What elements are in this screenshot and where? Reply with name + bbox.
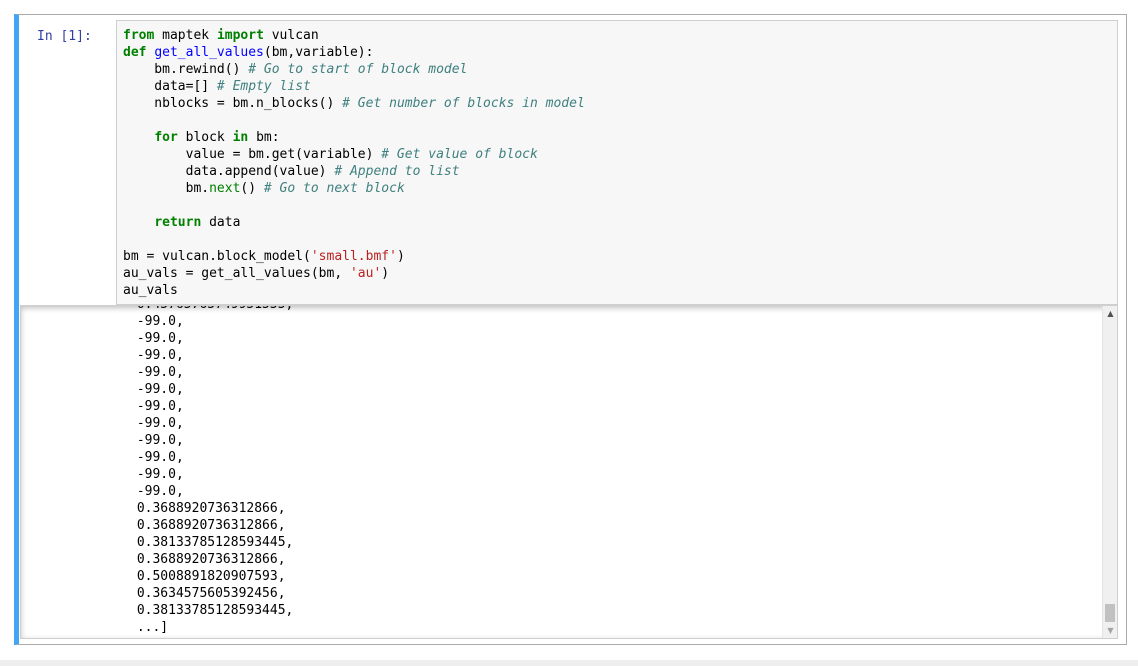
code-token: au_vals [123,283,178,298]
scrollbar-thumb[interactable] [1105,604,1115,622]
output-line: 0.3634575605392456, [136,586,286,601]
code-token: def [123,45,147,60]
code-token: next [209,181,241,196]
code-token: ) [381,266,390,281]
output-line: -99.0, [136,331,184,346]
code-token: data=[] [123,79,217,94]
output-line: 0.5008891820907593, [136,569,286,584]
output-line: -99.0, [136,348,184,363]
code-token: for [154,130,178,145]
output-line: -99.0, [136,467,184,482]
code-token: nblocks = bm.n_blocks() [123,96,343,111]
output-area[interactable]: 0.45765765749951555, -99.0, -99.0, -99.0… [20,305,1118,639]
horizontal-scroll-track [0,660,1138,666]
code-token: bm. [123,181,210,196]
output-line: -99.0, [136,450,184,465]
output-line: ...] [129,620,169,635]
code-token: () [240,181,264,196]
code-token: vulcan [271,28,319,43]
code-token: data [209,215,241,230]
code-token: # Get value of block [381,147,538,162]
output-line: 0.38133785128593445, [136,535,294,550]
code-token: bm.rewind() [123,62,249,77]
code-token: import [216,28,264,43]
output-line: -99.0, [136,484,184,499]
output-line: 0.3688920736312866, [136,501,286,516]
code-token: bm = vulcan.block_model( [123,249,311,264]
output-text: 0.45765765749951555, -99.0, -99.0, -99.0… [129,306,294,636]
code-token: get_all_values [154,45,264,60]
code-token: (bm,variable): [263,45,374,60]
output-line: -99.0, [136,433,184,448]
code-token: # Empty list [216,79,311,94]
output-scrollbar[interactable]: ▲ ▼ [1102,306,1117,638]
output-line: -99.0, [136,365,184,380]
output-line: -99.0, [136,399,184,414]
code-token: # Go to start of block model [248,62,468,77]
code-token: 'small.bmf' [310,249,397,264]
code-token: au_vals = get_all_values(bm, [123,266,350,281]
code-token: in [232,130,249,145]
code-text[interactable]: from maptek import vulcan def get_all_va… [123,27,585,299]
code-editor[interactable]: from maptek import vulcan def get_all_va… [116,20,1118,305]
code-token: data.append(value) [123,164,335,179]
code-token: from [123,28,155,43]
output-line: 0.3688920736312866, [136,552,286,567]
output-line: -99.0, [136,314,184,329]
code-token: return [154,215,202,230]
output-line: 0.45765765749951555, [129,306,294,312]
scroll-down-arrow-icon[interactable]: ▼ [1103,623,1117,638]
output-line: 0.3688920736312866, [136,518,286,533]
code-token: block [177,130,233,145]
code-token: # Get number of blocks in model [342,96,585,111]
scroll-up-arrow-icon[interactable]: ▲ [1103,306,1117,321]
code-token: bm: [256,130,280,145]
code-token: # Go to next block [263,181,405,196]
code-token: 'au' [349,266,382,281]
output-line: 0.38133785128593445, [136,603,294,618]
output-line: -99.0, [136,416,184,431]
code-token: maptek [154,28,217,43]
input-prompt: In [1]: [37,29,92,44]
code-token: value = bm.get(variable) [123,147,382,162]
code-token: # Append to list [334,164,460,179]
output-line: -99.0, [136,382,184,397]
code-token: ) [396,249,405,264]
